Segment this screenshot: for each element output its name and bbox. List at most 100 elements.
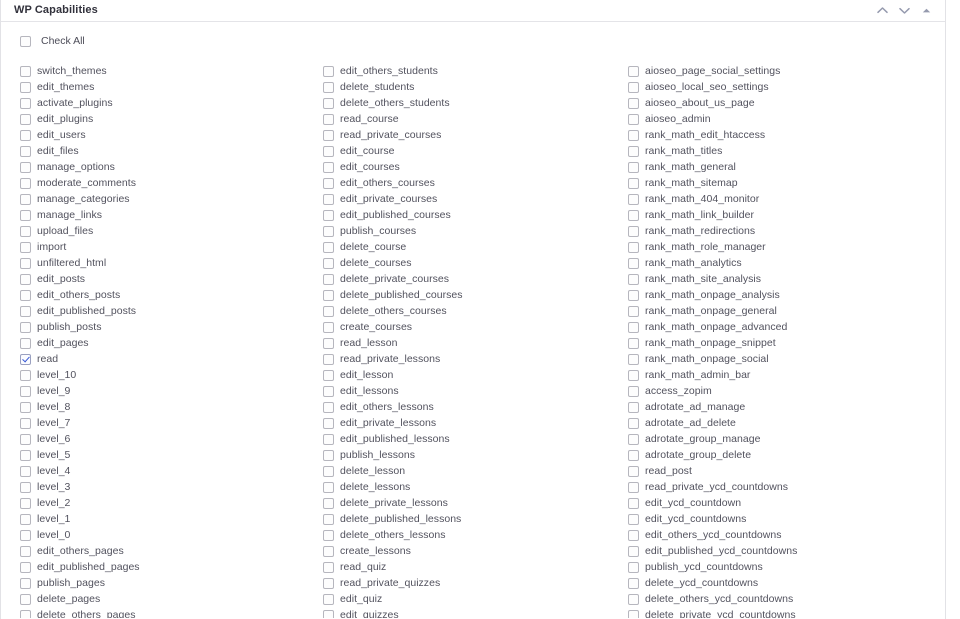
chevron-down-icon[interactable] [898,4,911,17]
capability-checkbox[interactable] [20,145,31,157]
capability-checkbox[interactable] [323,273,334,285]
capability-row[interactable]: rank_math_onpage_analysis [628,287,928,303]
capability-checkbox[interactable] [628,609,639,618]
capability-checkbox[interactable] [323,65,334,77]
capability-checkbox[interactable] [628,97,639,109]
capability-checkbox[interactable] [628,273,639,285]
capability-row[interactable]: edit_plugins [20,111,323,127]
capability-checkbox[interactable] [323,81,334,93]
capability-checkbox[interactable] [20,289,31,301]
capability-checkbox[interactable] [628,561,639,573]
capability-checkbox[interactable] [628,449,639,461]
capability-row[interactable]: adrotate_group_manage [628,431,928,447]
capability-row[interactable]: rank_math_general [628,159,928,175]
capability-checkbox[interactable] [323,177,334,189]
capability-checkbox[interactable] [628,209,639,221]
capability-row[interactable]: edit_others_pages [20,543,323,559]
capability-row[interactable]: rank_math_site_analysis [628,271,928,287]
capability-checkbox[interactable] [20,225,31,237]
capability-row[interactable]: edit_published_lessons [323,431,628,447]
capability-row[interactable]: read_private_lessons [323,351,628,367]
capability-row[interactable]: rank_math_sitemap [628,175,928,191]
capability-checkbox[interactable] [323,529,334,541]
capability-row[interactable]: publish_lessons [323,447,628,463]
capability-row[interactable]: manage_categories [20,191,323,207]
capability-row[interactable]: aioseo_admin [628,111,928,127]
capability-row[interactable]: edit_lesson [323,367,628,383]
capability-row[interactable]: publish_posts [20,319,323,335]
capability-row[interactable]: edit_published_posts [20,303,323,319]
capability-checkbox[interactable] [628,289,639,301]
capability-row[interactable]: publish_ycd_countdowns [628,559,928,575]
capability-checkbox[interactable] [20,545,31,557]
capability-checkbox[interactable] [628,257,639,269]
capability-row[interactable]: access_zopim [628,383,928,399]
capability-checkbox[interactable] [20,161,31,173]
capability-checkbox[interactable] [323,193,334,205]
capability-checkbox[interactable] [20,513,31,525]
capability-checkbox[interactable] [628,385,639,397]
capability-checkbox[interactable] [628,577,639,589]
capability-row[interactable]: level_9 [20,383,323,399]
check-all-row[interactable]: Check All [1,33,945,49]
capability-checkbox[interactable] [20,257,31,269]
capability-checkbox[interactable] [628,321,639,333]
capability-checkbox[interactable] [628,417,639,429]
capability-row[interactable]: edit_quiz [323,591,628,607]
capability-row[interactable]: level_4 [20,463,323,479]
capability-checkbox[interactable] [323,97,334,109]
capability-row[interactable]: rank_math_onpage_social [628,351,928,367]
capability-checkbox[interactable] [628,129,639,141]
capability-row[interactable]: edit_courses [323,159,628,175]
capability-row[interactable]: edit_others_posts [20,287,323,303]
capability-row[interactable]: edit_quizzes [323,607,628,618]
capability-checkbox[interactable] [323,305,334,317]
capability-row[interactable]: read_private_quizzes [323,575,628,591]
capability-row[interactable]: edit_published_courses [323,207,628,223]
capability-row[interactable]: rank_math_link_builder [628,207,928,223]
capability-checkbox[interactable] [628,337,639,349]
capability-row[interactable]: delete_published_courses [323,287,628,303]
capability-row[interactable]: edit_private_courses [323,191,628,207]
capability-checkbox[interactable] [323,209,334,221]
capability-row[interactable]: manage_options [20,159,323,175]
capability-checkbox[interactable] [20,497,31,509]
capability-row[interactable]: rank_math_analytics [628,255,928,271]
collapse-icon[interactable] [920,4,933,17]
capability-checkbox[interactable] [20,449,31,461]
capability-checkbox[interactable] [323,225,334,237]
capability-row[interactable]: manage_links [20,207,323,223]
capability-row[interactable]: edit_others_courses [323,175,628,191]
capability-row[interactable]: delete_others_lessons [323,527,628,543]
capability-row[interactable]: edit_course [323,143,628,159]
capability-row[interactable]: delete_pages [20,591,323,607]
capability-row[interactable]: rank_math_redirections [628,223,928,239]
capability-row[interactable]: read_quiz [323,559,628,575]
capability-row[interactable]: delete_lesson [323,463,628,479]
capability-checkbox[interactable] [628,177,639,189]
capability-row[interactable]: rank_math_onpage_advanced [628,319,928,335]
capability-row[interactable]: rank_math_404_monitor [628,191,928,207]
capability-row[interactable]: create_lessons [323,543,628,559]
capability-row[interactable]: delete_published_lessons [323,511,628,527]
capability-checkbox[interactable] [20,353,31,365]
capability-row[interactable]: adrotate_ad_manage [628,399,928,415]
capability-checkbox[interactable] [628,65,639,77]
capability-row[interactable]: delete_courses [323,255,628,271]
capability-row[interactable]: edit_pages [20,335,323,351]
capability-checkbox[interactable] [628,145,639,157]
capability-row[interactable]: moderate_comments [20,175,323,191]
capability-row[interactable]: level_5 [20,447,323,463]
capability-row[interactable]: unfiltered_html [20,255,323,271]
capability-row[interactable]: level_10 [20,367,323,383]
capability-row[interactable]: edit_ycd_countdowns [628,511,928,527]
capability-checkbox[interactable] [20,529,31,541]
capability-checkbox[interactable] [20,433,31,445]
capability-checkbox[interactable] [628,401,639,413]
capability-checkbox[interactable] [20,417,31,429]
capability-checkbox[interactable] [323,161,334,173]
capability-checkbox[interactable] [20,177,31,189]
capability-checkbox[interactable] [323,577,334,589]
capability-row[interactable]: aioseo_about_us_page [628,95,928,111]
capability-row[interactable]: read [20,351,323,367]
